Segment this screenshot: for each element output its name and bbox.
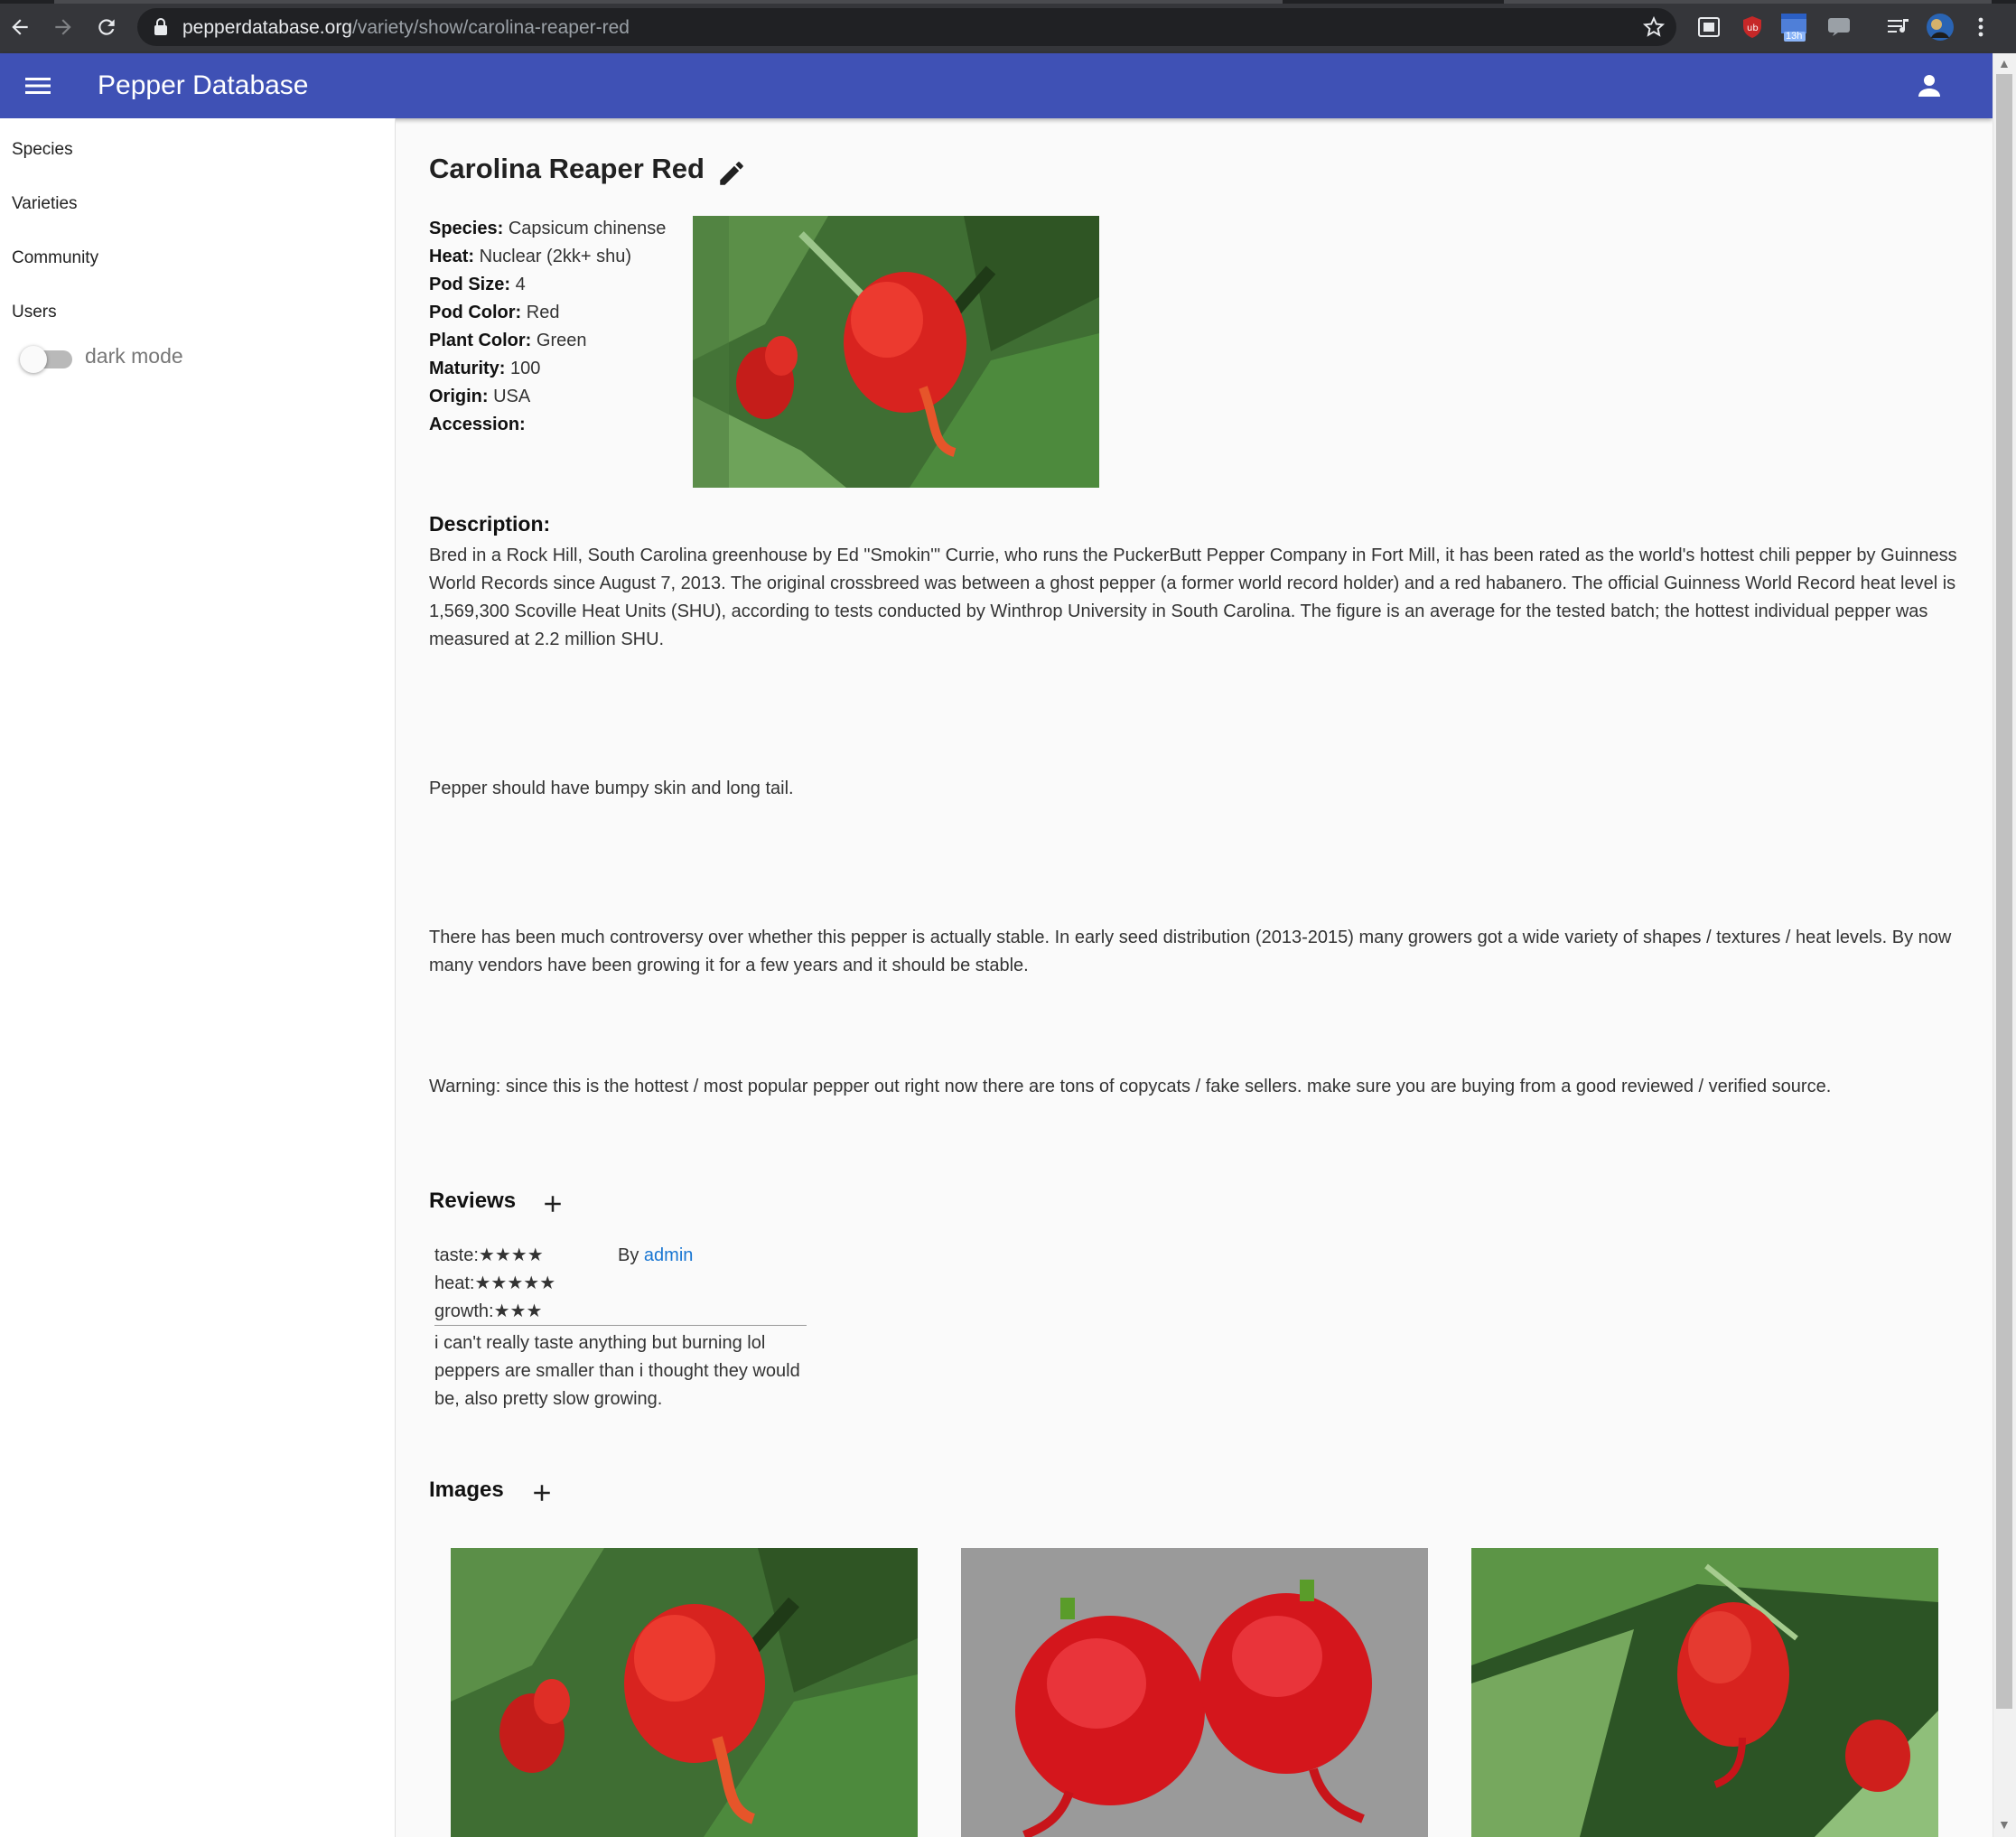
sidebar: Species Varieties Community Users dark m… <box>0 118 396 1837</box>
property-species: Species: Capsicum chinense <box>429 219 667 238</box>
profile-avatar-icon[interactable] <box>1926 13 1955 42</box>
property-pod-color: Pod Color: Red <box>429 303 560 322</box>
taste-stars: ★★★★ <box>478 1245 544 1265</box>
extension-badge: 13h <box>1786 31 1803 42</box>
review-heat: heat:★★★★★ <box>434 1273 556 1293</box>
browser-toolbar: pepperdatabase.org/variety/show/carolina… <box>0 0 2016 53</box>
review-author: By admin <box>618 1245 694 1265</box>
dark-mode-label: dark mode <box>85 344 183 368</box>
add-review-icon[interactable] <box>539 1190 566 1217</box>
pip-extension-icon[interactable] <box>1694 13 1723 42</box>
app-title[interactable]: Pepper Database <box>98 70 309 101</box>
back-icon[interactable] <box>4 11 36 43</box>
calendar-extension-icon[interactable]: 13h <box>1779 13 1808 42</box>
variety-title: Carolina Reaper Red <box>429 153 705 184</box>
reviews-heading: Reviews <box>429 1189 517 1213</box>
images-heading: Images <box>429 1478 504 1502</box>
description-paragraph: There has been much controversy over whe… <box>429 928 1952 975</box>
tab-strip <box>0 0 2016 4</box>
description-label: Description: <box>429 512 551 536</box>
ublock-extension-icon[interactable]: ub <box>1738 13 1767 42</box>
app-bar: Pepper Database <box>0 53 1993 118</box>
sidebar-item-varieties[interactable]: Varieties <box>12 194 78 214</box>
hamburger-menu-icon[interactable] <box>23 71 52 100</box>
lock-icon <box>154 18 168 41</box>
sidebar-item-users[interactable]: Users <box>12 303 57 322</box>
heat-stars: ★★★★★ <box>474 1273 556 1293</box>
scroll-up-arrow-icon[interactable]: ▲ <box>1998 56 2011 70</box>
account-icon[interactable] <box>1913 70 1946 102</box>
growth-stars: ★★★ <box>493 1301 543 1321</box>
svg-text:ub: ub <box>1747 23 1759 33</box>
gallery-photo[interactable] <box>451 1548 918 1837</box>
description-paragraph: Bred in a Rock Hill, South Carolina gree… <box>429 546 1957 649</box>
css-extension-icon[interactable] <box>1825 13 1853 42</box>
property-plant-color: Plant Color: Green <box>429 331 587 350</box>
dark-mode-toggle[interactable] <box>20 344 74 373</box>
property-maturity: Maturity: 100 <box>429 359 541 378</box>
sidebar-item-species[interactable]: Species <box>12 140 73 160</box>
variety-detail: Carolina Reaper Red Species: Capsicum ch… <box>397 118 1993 1837</box>
property-origin: Origin: USA <box>429 387 531 406</box>
review-author-link[interactable]: admin <box>644 1245 693 1265</box>
property-accession: Accession: <box>429 415 526 434</box>
gallery-photo[interactable] <box>1471 1548 1938 1837</box>
reload-icon[interactable] <box>90 11 123 43</box>
edit-pencil-icon[interactable] <box>716 158 747 189</box>
gallery-photo[interactable] <box>961 1548 1428 1837</box>
scroll-down-arrow-icon[interactable]: ▼ <box>1998 1817 2011 1832</box>
sidebar-item-community[interactable]: Community <box>12 248 98 268</box>
add-image-icon[interactable] <box>528 1479 555 1506</box>
description-paragraph: Warning: since this is the hottest / mos… <box>429 1077 1832 1096</box>
variety-properties: Species: Capsicum chinense Heat: Nuclear… <box>429 215 691 439</box>
review-divider <box>434 1325 807 1326</box>
review-growth: growth:★★★ <box>434 1301 543 1321</box>
scrollbar-thumb[interactable] <box>1996 74 2012 1709</box>
variety-main-photo[interactable] <box>693 216 1099 488</box>
property-pod-size: Pod Size: 4 <box>429 275 526 294</box>
property-heat: Heat: Nuclear (2kk+ shu) <box>429 247 631 266</box>
forward-icon[interactable] <box>47 11 79 43</box>
description-paragraph: Pepper should have bumpy skin and long t… <box>429 779 794 798</box>
review-comment: i can't really taste anything but burnin… <box>434 1333 800 1409</box>
browser-menu-icon[interactable] <box>1972 13 1990 42</box>
media-queue-icon[interactable] <box>1884 13 1913 42</box>
url-text[interactable]: pepperdatabase.org/variety/show/carolina… <box>182 17 630 39</box>
bookmark-star-icon[interactable] <box>1642 15 1666 43</box>
address-bar[interactable]: pepperdatabase.org/variety/show/carolina… <box>137 8 1676 46</box>
